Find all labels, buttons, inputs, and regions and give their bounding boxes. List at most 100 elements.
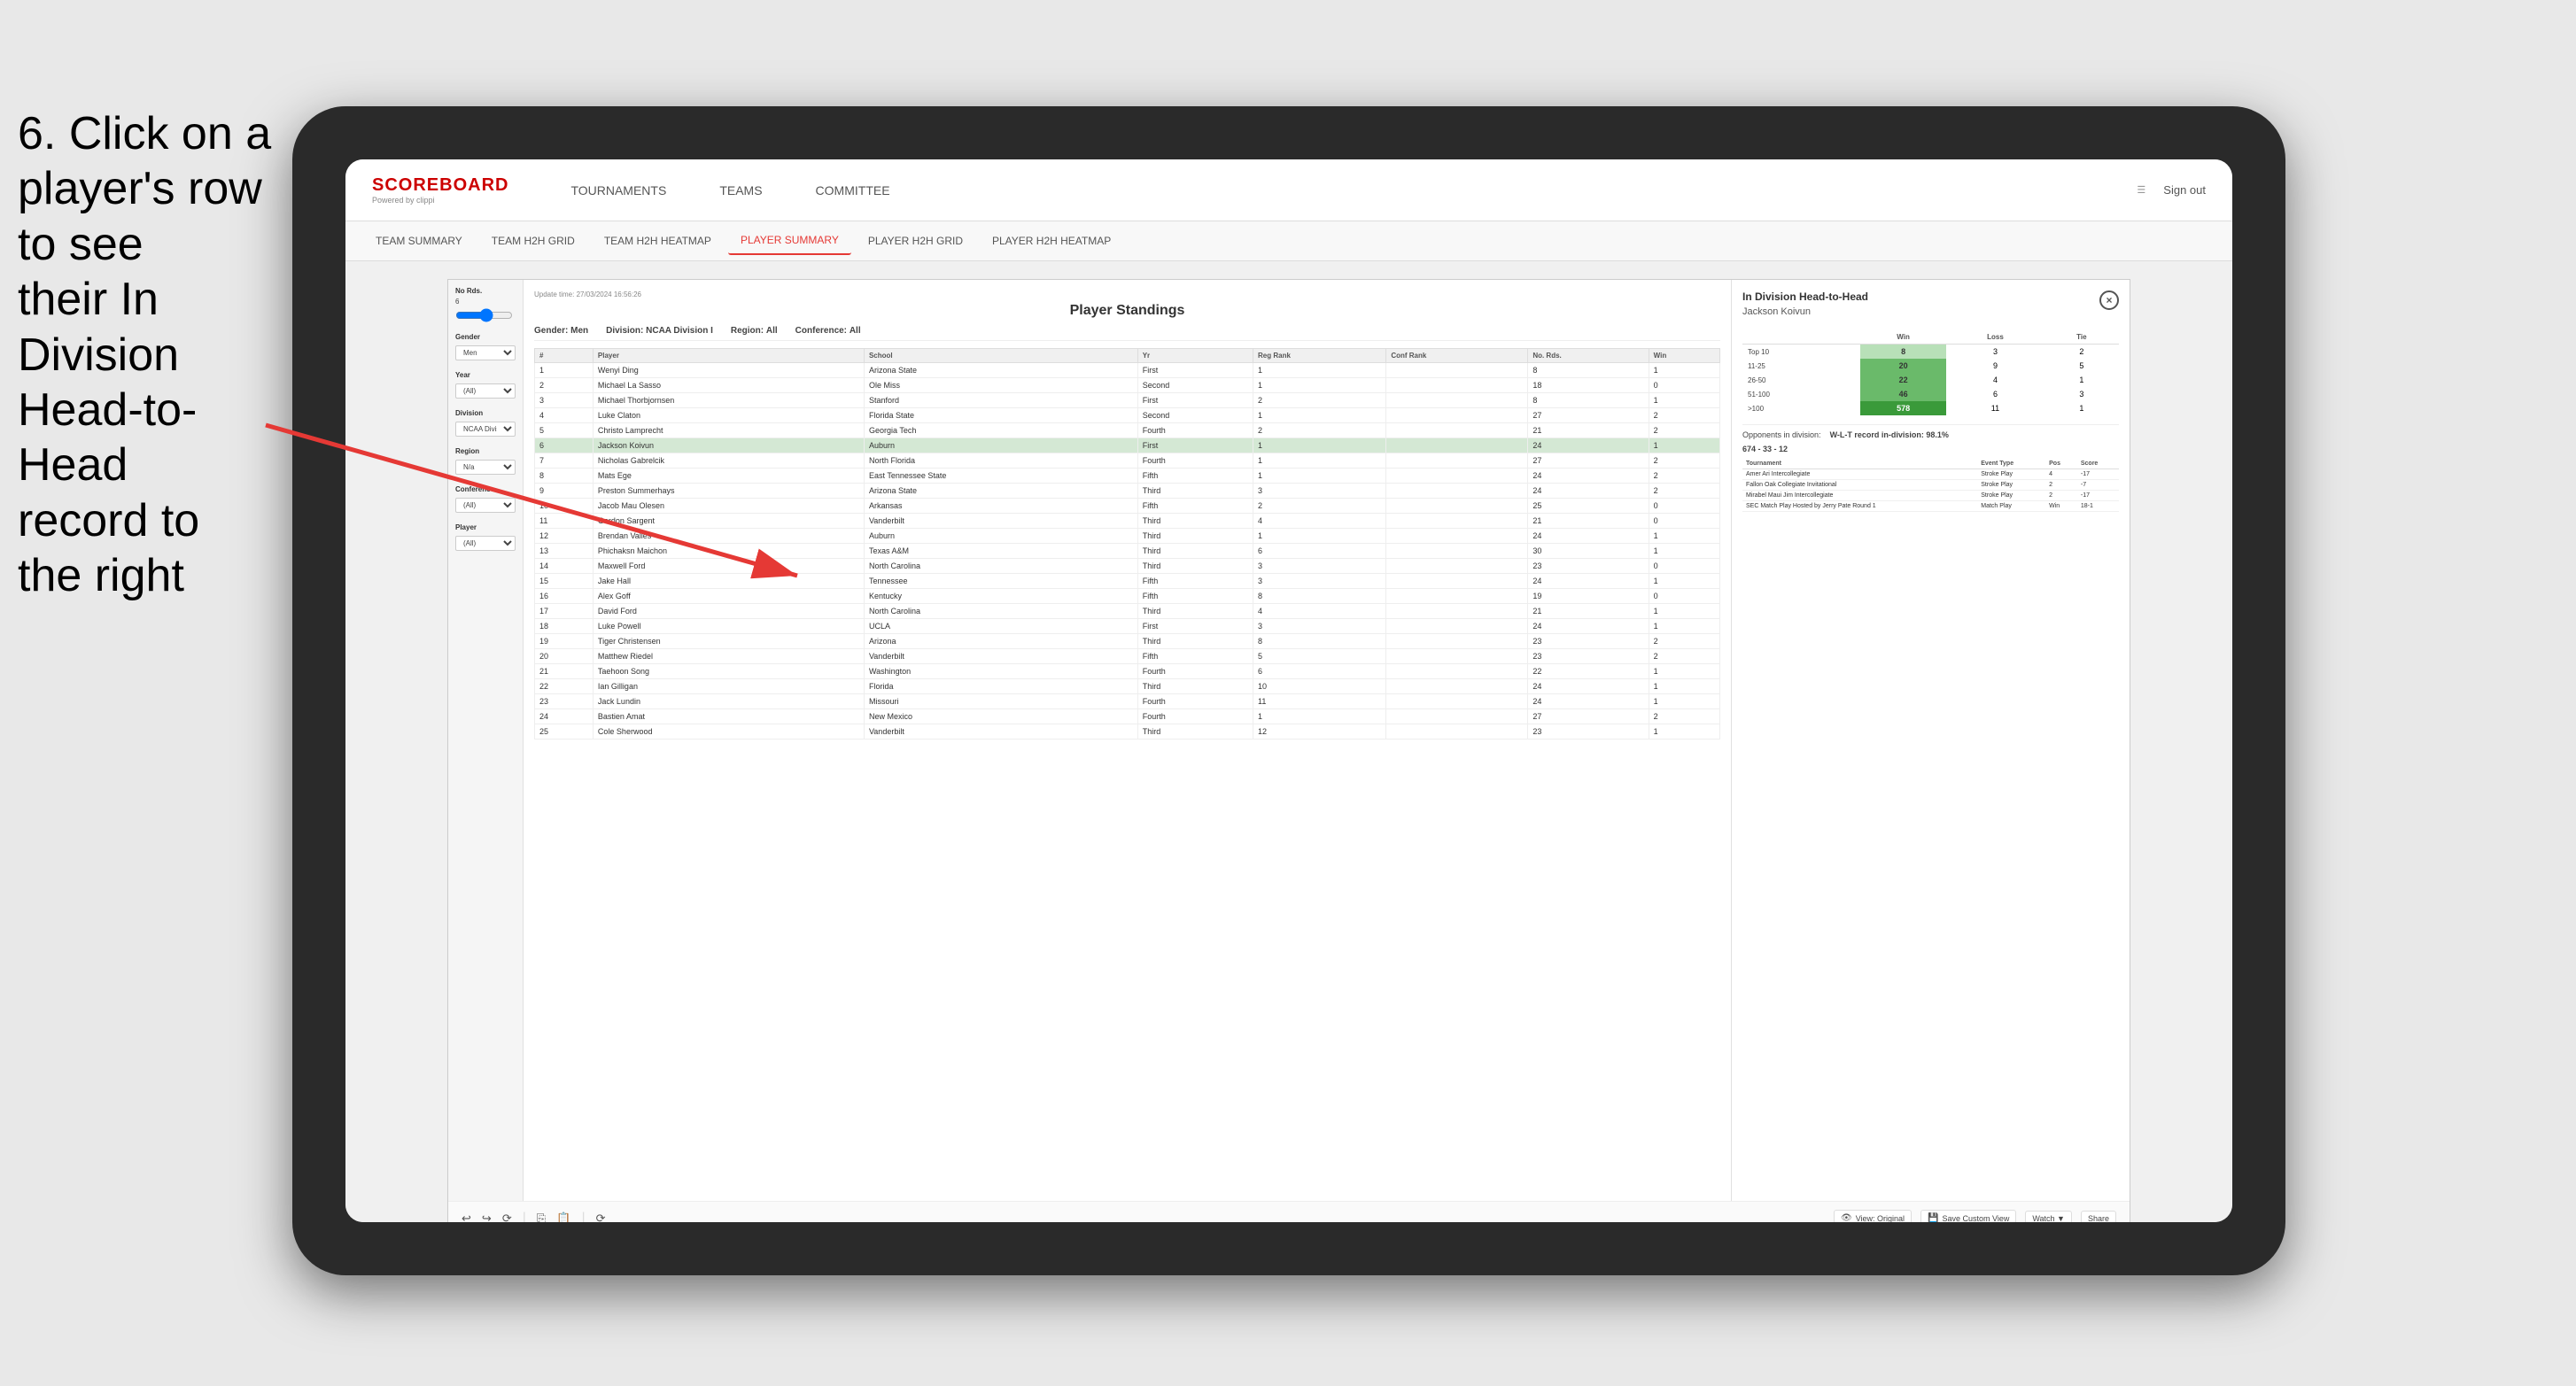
tournament-row: Fallon Oak Collegiate Invitational Strok… — [1742, 480, 2119, 491]
tournament-row: Mirabel Maui Jim Intercollegiate Stroke … — [1742, 491, 2119, 501]
region-filter-label: Region — [455, 447, 516, 455]
table-row[interactable]: 7 Nicholas Gabrelcik North Florida Fourt… — [535, 453, 1720, 468]
report-container: No Rds. 6 Gender Men — [447, 279, 2130, 1222]
nav-tournaments[interactable]: TOURNAMENTS — [562, 179, 675, 202]
cell-rds: 23 — [1528, 559, 1649, 574]
cell-yr: Fourth — [1137, 664, 1253, 679]
h2h-opponents-label: Opponents in division: — [1742, 430, 1821, 439]
cell-rds: 27 — [1528, 453, 1649, 468]
gender-filter-label: Gender — [455, 333, 516, 341]
table-row[interactable]: 14 Maxwell Ford North Carolina Third 3 2… — [535, 559, 1720, 574]
tab-team-h2h-grid[interactable]: TEAM H2H GRID — [479, 228, 587, 254]
table-row[interactable]: 21 Taehoon Song Washington Fourth 6 22 1 — [535, 664, 1720, 679]
h2h-divider: Opponents in division: W-L-T record in-d… — [1742, 424, 2119, 453]
t-col-pos: Pos — [2045, 459, 2077, 469]
watch-label: Watch ▼ — [2032, 1214, 2065, 1223]
share-btn[interactable]: Share — [2081, 1211, 2116, 1223]
bottom-toolbar: ↩ ↪ ⟳ | ⎘ 📋 | ⟳ 👁 View: Original 💾 — [448, 1201, 2130, 1222]
copy-icon[interactable]: ⎘ — [537, 1212, 546, 1223]
table-row[interactable]: 9 Preston Summerhays Arizona State Third… — [535, 484, 1720, 499]
table-row[interactable]: 22 Ian Gilligan Florida Third 10 24 1 — [535, 679, 1720, 694]
table-row[interactable]: 6 Jackson Koivun Auburn First 1 24 1 — [535, 438, 1720, 453]
no-rds-slider[interactable] — [455, 308, 513, 322]
gender-select[interactable]: Men — [455, 345, 516, 360]
table-row[interactable]: 24 Bastien Amat New Mexico Fourth 1 27 2 — [535, 709, 1720, 724]
tab-team-h2h-heatmap[interactable]: TEAM H2H HEATMAP — [592, 228, 724, 254]
t-cell-score: -7 — [2077, 480, 2119, 491]
save-custom-btn[interactable]: 💾 Save Custom View — [1920, 1210, 2016, 1222]
t-cell-pos: 4 — [2045, 469, 2077, 480]
nav-committee[interactable]: COMMITTEE — [807, 179, 899, 202]
cell-reg-rank: 10 — [1253, 679, 1386, 694]
cell-school: Ole Miss — [864, 378, 1137, 393]
table-row[interactable]: 13 Phichaksn Maichon Texas A&M Third 6 3… — [535, 544, 1720, 559]
cell-player: Jack Lundin — [593, 694, 864, 709]
table-row[interactable]: 11 Gordon Sargent Vanderbilt Third 4 21 … — [535, 514, 1720, 529]
table-row[interactable]: 5 Christo Lamprecht Georgia Tech Fourth … — [535, 423, 1720, 438]
col-rank: # — [535, 349, 594, 363]
table-row[interactable]: 4 Luke Claton Florida State Second 1 27 … — [535, 408, 1720, 423]
cell-reg-rank: 3 — [1253, 484, 1386, 499]
cell-yr: Fifth — [1137, 574, 1253, 589]
tab-player-summary[interactable]: PLAYER SUMMARY — [728, 227, 851, 255]
cell-reg-rank: 4 — [1253, 514, 1386, 529]
view-icon: 👁 — [1841, 1213, 1852, 1222]
table-row[interactable]: 8 Mats Ege East Tennessee State Fifth 1 … — [535, 468, 1720, 484]
separator1: | — [523, 1211, 526, 1223]
cell-reg-rank: 2 — [1253, 499, 1386, 514]
cell-yr: First — [1137, 363, 1253, 378]
table-row[interactable]: 15 Jake Hall Tennessee Fifth 3 24 1 — [535, 574, 1720, 589]
cell-rank: 22 — [535, 679, 594, 694]
table-row[interactable]: 2 Michael La Sasso Ole Miss Second 1 18 … — [535, 378, 1720, 393]
tab-player-h2h-heatmap[interactable]: PLAYER H2H HEATMAP — [980, 228, 1123, 254]
table-row[interactable]: 23 Jack Lundin Missouri Fourth 11 24 1 — [535, 694, 1720, 709]
table-row[interactable]: 17 David Ford North Carolina Third 4 21 … — [535, 604, 1720, 619]
cell-school: New Mexico — [864, 709, 1137, 724]
cell-rds: 23 — [1528, 634, 1649, 649]
cell-yr: Third — [1137, 679, 1253, 694]
nav-teams[interactable]: TEAMS — [710, 179, 771, 202]
h2h-close-button[interactable]: × — [2099, 290, 2119, 310]
cell-player: Preston Summerhays — [593, 484, 864, 499]
year-select[interactable]: (All) — [455, 383, 516, 399]
view-original-label: View: Original — [1856, 1214, 1905, 1223]
cell-conf-rank — [1386, 709, 1528, 724]
tablet-frame: SCOREBOARD Powered by clippi TOURNAMENTS… — [292, 106, 2285, 1275]
region-select[interactable]: N/a — [455, 460, 516, 475]
conference-select[interactable]: (All) — [455, 498, 516, 513]
cell-rank: 19 — [535, 634, 594, 649]
refresh-icon[interactable]: ⟳ — [596, 1212, 606, 1223]
table-row[interactable]: 16 Alex Goff Kentucky Fifth 8 19 0 — [535, 589, 1720, 604]
tab-team-summary[interactable]: TEAM SUMMARY — [363, 228, 475, 254]
cell-school: Arizona State — [864, 484, 1137, 499]
table-row[interactable]: 20 Matthew Riedel Vanderbilt Fifth 5 23 … — [535, 649, 1720, 664]
table-row[interactable]: 19 Tiger Christensen Arizona Third 8 23 … — [535, 634, 1720, 649]
player-select[interactable]: (All) — [455, 536, 516, 551]
redo-icon[interactable]: ↪ — [482, 1212, 492, 1223]
cell-school: Arkansas — [864, 499, 1137, 514]
table-row[interactable]: 25 Cole Sherwood Vanderbilt Third 12 23 … — [535, 724, 1720, 739]
cell-school: Missouri — [864, 694, 1137, 709]
watch-btn[interactable]: Watch ▼ — [2025, 1211, 2072, 1223]
table-row[interactable]: 10 Jacob Mau Olesen Arkansas Fifth 2 25 … — [535, 499, 1720, 514]
table-row[interactable]: 12 Brendan Valles Auburn Third 1 24 1 — [535, 529, 1720, 544]
table-row[interactable]: 18 Luke Powell UCLA First 3 24 1 — [535, 619, 1720, 634]
table-row[interactable]: 3 Michael Thorbjornsen Stanford First 2 … — [535, 393, 1720, 408]
cell-player: Alex Goff — [593, 589, 864, 604]
tab-player-h2h-grid[interactable]: PLAYER H2H GRID — [856, 228, 975, 254]
table-row[interactable]: 1 Wenyi Ding Arizona State First 1 8 1 — [535, 363, 1720, 378]
col-conf-rank: Conf Rank — [1386, 349, 1528, 363]
sign-out-link[interactable]: Sign out — [2163, 183, 2206, 197]
redo2-icon[interactable]: ⟳ — [502, 1212, 512, 1223]
cell-reg-rank: 1 — [1253, 453, 1386, 468]
col-win: Win — [1649, 349, 1719, 363]
undo-icon[interactable]: ↩ — [462, 1212, 471, 1223]
division-select[interactable]: NCAA Division I — [455, 422, 516, 437]
cell-reg-rank: 3 — [1253, 559, 1386, 574]
view-original-btn[interactable]: 👁 View: Original — [1834, 1210, 1912, 1222]
cell-player: Brendan Valles — [593, 529, 864, 544]
cell-win: 1 — [1649, 438, 1719, 453]
cell-rds: 8 — [1528, 363, 1649, 378]
cell-conf-rank — [1386, 664, 1528, 679]
paste-icon[interactable]: 📋 — [556, 1212, 570, 1223]
